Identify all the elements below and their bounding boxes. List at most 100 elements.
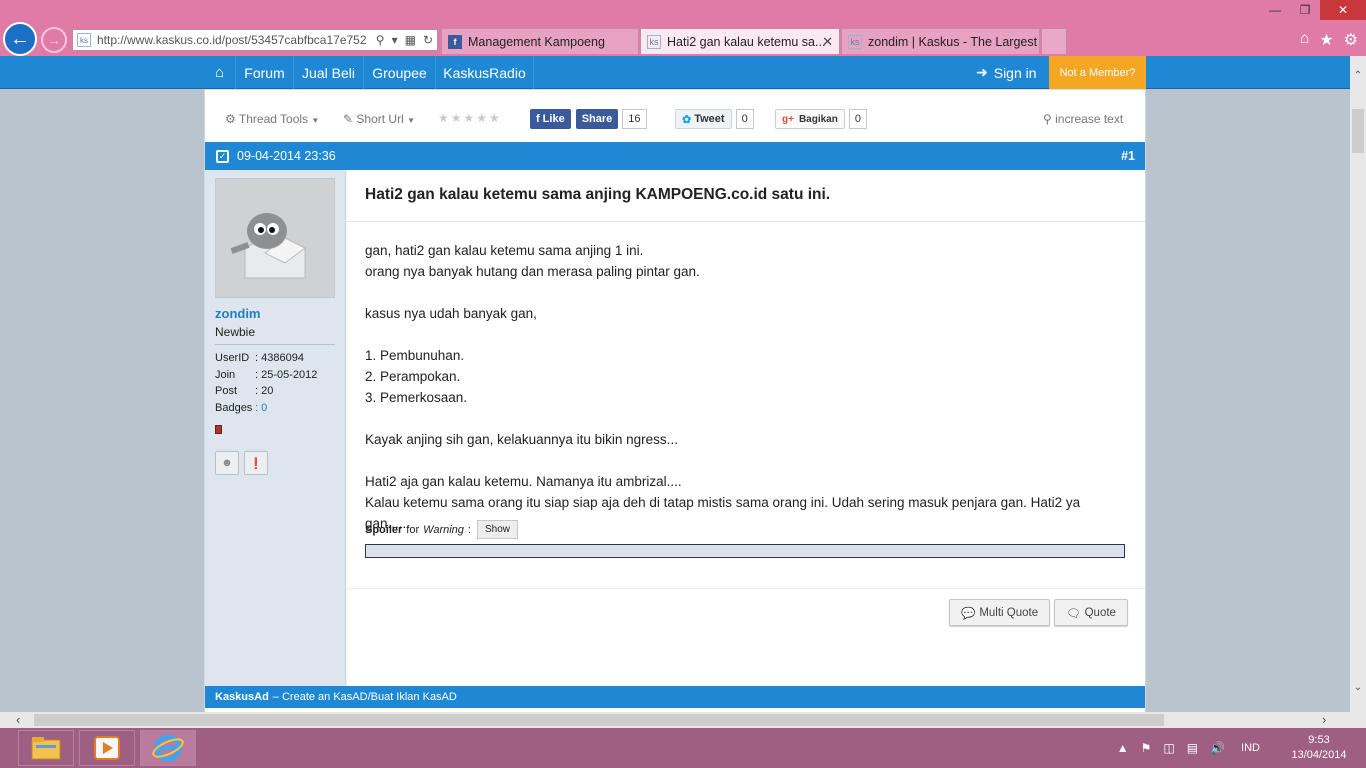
user-stat-join: Join : 25-05-2012 [215,369,317,381]
show-hidden-icons-arrow-icon[interactable]: ▲ [1117,741,1129,755]
stat-value[interactable]: : 0 [255,402,267,414]
default-avatar-icon [230,213,306,279]
scroll-up-arrow-icon[interactable]: ⌃ [1350,70,1366,81]
post-number-link[interactable]: #1 [1121,149,1135,163]
short-url-dropdown[interactable]: ✎ Short Url ▼ [343,112,415,126]
increase-text-link[interactable]: ⚲ increase text [1043,112,1123,126]
action-center-flag-icon[interactable]: ⚑ [1141,741,1152,755]
colon: : [467,523,471,536]
sign-in-link[interactable]: ➜ Sign in [976,56,1037,89]
speech-bubble-icon: 🗨 [1066,607,1081,620]
post-date: 09-04-2014 23:36 [237,149,336,163]
dropdown-arrow-icon[interactable]: ▾ [392,33,398,47]
restore-icon[interactable]: ❐ [1290,0,1320,20]
horizontal-scrollbar[interactable]: ‹ › [0,712,1350,728]
facebook-like-button[interactable]: f Like [530,109,571,129]
user-rank: Newbie [215,325,256,339]
tab-active-post[interactable]: ks Hati2 gan kalau ketemu sa... ✕ [640,28,840,54]
taskbar-internet-explorer[interactable] [140,730,196,766]
tab-zondim-profile[interactable]: ks zondim | Kaskus - The Largest I... [841,28,1040,54]
spoiler-show-button[interactable]: Show [476,520,518,539]
nav-forum[interactable]: Forum [236,56,294,89]
user-stat-post: Post : 20 [215,385,273,397]
tab-management-kampoeng[interactable]: f Management Kampoeng [441,28,639,54]
settings-gear-icon[interactable]: ⚙ [1344,30,1358,50]
vertical-scroll-thumb[interactable] [1352,109,1364,153]
folder-icon [31,737,61,760]
facebook-icon: f [536,113,540,125]
nav-home-button[interactable]: ⌂ [204,56,236,89]
horizontal-scroll-thumb[interactable] [34,714,1164,726]
vertical-scrollbar[interactable]: ⌃ ⌄ [1350,56,1366,712]
post-footer: 💬 Multi Quote 🗨 Quote [347,588,1145,686]
taskbar-media-player[interactable] [79,730,135,766]
google-plus-count: 0 [848,109,867,129]
language-indicator[interactable]: IND [1241,742,1260,754]
rating-stars[interactable]: ★★★★★ [438,111,502,125]
post-header-bar: ✓ 09-04-2014 23:36 #1 [205,142,1145,170]
user-icon: ☻ [221,457,233,469]
google-plus-widget: g+ Bagikan 0 [775,109,867,129]
kaskus-favicon-icon: ks [848,34,862,49]
post-body: gan, hati2 gan kalau ketemu sama anjing … [365,240,1125,534]
clock[interactable]: 9:53 13/04/2014 [1284,733,1354,763]
chevron-down-icon: ▼ [311,116,320,125]
close-tab-icon[interactable]: ✕ [822,34,833,50]
scroll-right-arrow-icon[interactable]: › [1322,712,1326,727]
multi-quote-button[interactable]: 💬 Multi Quote [949,599,1051,626]
nav-jual-beli[interactable]: Jual Beli [294,56,364,89]
arrow-right-icon: → [47,32,61,48]
avatar[interactable] [215,178,335,298]
tweet-label: Tweet [694,113,725,125]
thread-tools-dropdown[interactable]: ⚙ Thread Tools ▼ [225,112,319,126]
nav-kaskusradio[interactable]: KaskusRadio [436,56,534,89]
post-line: 1. Pembunuhan. [365,348,465,363]
post-line: kasus nya udah banyak gan, [365,306,537,321]
taskbar-file-explorer[interactable] [18,730,74,766]
checkbox-icon[interactable]: ✓ [216,149,229,163]
volume-icon[interactable]: 🔊 [1210,741,1225,755]
google-plus-icon: g+ [782,113,794,125]
username-link[interactable]: zondim [215,306,261,321]
compat-view-icon[interactable]: ▦ [405,33,416,47]
close-window-icon[interactable]: ✕ [1320,0,1366,20]
search-icon[interactable]: ⚲ [376,33,385,47]
quote-button[interactable]: 🗨 Quote [1054,599,1128,626]
home-icon[interactable]: ⌂ [1300,30,1310,50]
google-plus-share-button[interactable]: g+ Bagikan [775,109,845,129]
not-a-member-button[interactable]: Not a Member? [1049,56,1146,92]
twitter-bird-icon: ✿ [682,113,692,126]
minimize-icon[interactable]: — [1260,0,1290,20]
user-info-panel: zondim Newbie UserID : 4386094 Join : 25… [205,170,346,686]
zoom-icon: ⚲ [1043,112,1052,126]
report-button[interactable]: ❗ [244,451,268,475]
url-text[interactable]: http://www.kaskus.co.id/post/53457cabfbc… [97,33,376,47]
new-tab-button[interactable] [1041,28,1067,54]
nav-groupee[interactable]: Groupee [364,56,436,89]
favorites-star-icon[interactable]: ★ [1319,30,1333,50]
network-icon[interactable]: ▤ [1187,741,1198,755]
scroll-left-arrow-icon[interactable]: ‹ [16,712,20,727]
tweet-widget: ✿ Tweet 0 [675,109,754,129]
ad-brand: KaskusAd [215,691,269,703]
stat-key: Join [215,369,236,381]
forward-button[interactable]: → [41,27,67,53]
stat-key: Post [215,385,238,397]
browser-chrome: ← → ks http://www.kaskus.co.id/post/5345… [0,0,1366,56]
tweet-button[interactable]: ✿ Tweet [675,109,732,129]
post-line: 3. Pemerkosaan. [365,390,468,405]
chevron-down-icon: ▼ [407,116,416,125]
address-bar[interactable]: ks http://www.kaskus.co.id/post/53457cab… [72,29,438,51]
user-profile-button[interactable]: ☻ [215,451,239,475]
battery-icon[interactable]: ◫ [1163,741,1174,755]
scroll-down-arrow-icon[interactable]: ⌄ [1350,682,1366,693]
back-button[interactable]: ← [3,22,37,56]
stat-key: UserID [215,352,250,364]
user-stat-badges: Badges : 0 [215,402,267,414]
like-label: Like [542,113,565,125]
refresh-icon[interactable]: ↻ [423,33,433,47]
top-navigation: ⌂ Forum Jual Beli Groupee KaskusRadio ➜ … [0,56,1350,92]
kaskus-ad-bar[interactable]: KaskusAd – Create an KasAD/Buat Iklan Ka… [205,686,1145,708]
edit-icon: ✎ [343,112,354,126]
facebook-share-button[interactable]: Share [575,109,619,129]
